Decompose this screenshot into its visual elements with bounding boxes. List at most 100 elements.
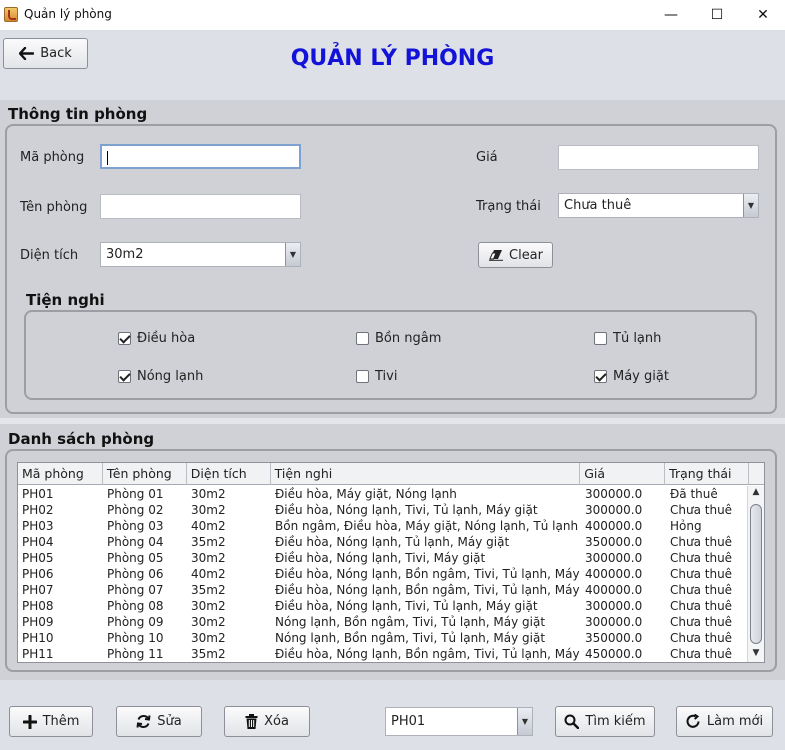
table-cell: 350000.0 <box>585 535 643 549</box>
checkbox-box[interactable] <box>118 332 131 345</box>
close-button[interactable]: ✕ <box>740 0 785 30</box>
add-button[interactable]: Thêm <box>9 706 93 737</box>
table-cell: PH09 <box>22 615 54 629</box>
table-cell: Điều hòa, Máy giặt, Nóng lạnh <box>275 487 457 501</box>
table-cell: 300000.0 <box>585 551 643 565</box>
table-cell: Điều hòa, Nóng lạnh, Tivi, Tủ lạnh, Máy … <box>275 599 538 613</box>
delete-button[interactable]: Xóa <box>224 706 310 737</box>
table-cell: 400000.0 <box>585 583 643 597</box>
table-header: Mã phòng Tên phòng Diện tích Tiện nghi G… <box>18 463 764 485</box>
table-cell: 300000.0 <box>585 599 643 613</box>
table-cell: PH01 <box>22 487 54 501</box>
scroll-down-icon[interactable]: ▼ <box>748 648 764 662</box>
checkbox-box[interactable] <box>356 332 369 345</box>
checkbox-label: Bồn ngâm <box>375 331 442 346</box>
table-cell: Chưa thuê <box>670 551 733 565</box>
trang-thai-value: Chưa thuê <box>564 198 632 213</box>
table-cell: Phòng 08 <box>107 599 164 613</box>
table-cell: 30m2 <box>191 631 226 645</box>
checkbox-box[interactable] <box>118 370 131 383</box>
table-cell: Phòng 09 <box>107 615 164 629</box>
search-label: Tìm kiếm <box>585 714 646 729</box>
room-id-select[interactable]: PH01 ▼ <box>385 707 533 736</box>
chevron-down-icon[interactable]: ▼ <box>285 243 300 266</box>
table-cell: Phòng 04 <box>107 535 164 549</box>
plus-icon <box>22 714 37 729</box>
vertical-scrollbar[interactable]: ▲ ▼ <box>747 486 764 662</box>
ma-phong-label: Mã phòng <box>20 150 85 165</box>
ten-phong-label: Tên phòng <box>20 200 88 215</box>
table-cell: Điều hòa, Nóng lạnh, Bồn ngâm, Tivi, Tủ … <box>275 647 581 661</box>
table-cell: 350000.0 <box>585 631 643 645</box>
table-cell: Nóng lạnh, Bồn ngâm, Tivi, Tủ lạnh, Máy … <box>275 631 546 645</box>
maximize-button[interactable]: ☐ <box>694 0 740 30</box>
table-row[interactable]: PH03 Phòng 03 40m2 Bồn ngâm, Điều hòa, Máy … <box>18 518 749 534</box>
column-header-corner <box>749 463 764 485</box>
eraser-icon <box>488 249 504 261</box>
checkbox-may-giat[interactable]: Máy giặt <box>594 369 669 384</box>
table-row[interactable]: PH11 Phòng 11 35m2 Điều hòa, Nóng lạnh, Bồn… <box>18 646 749 662</box>
edit-button[interactable]: Sửa <box>116 706 202 737</box>
table-cell: 300000.0 <box>585 487 643 501</box>
table-cell: 30m2 <box>191 615 226 629</box>
page-title: QUẢN LÝ PHÒNG <box>290 46 495 71</box>
table-row[interactable]: PH09 Phòng 09 30m2 Nóng lạnh, Bồn ngâm, Tiv… <box>18 614 749 630</box>
checkbox-nong-lanh[interactable]: Nóng lạnh <box>118 369 203 384</box>
ten-phong-input[interactable] <box>100 194 301 219</box>
chevron-down-icon[interactable]: ▼ <box>743 194 758 217</box>
table-row[interactable]: PH10 Phòng 10 30m2 Nóng lạnh, Bồn ngâm, Tiv… <box>18 630 749 646</box>
column-header[interactable]: Tiện nghi <box>271 463 581 485</box>
table-row[interactable]: PH06 Phòng 06 40m2 Điều hòa, Nóng lạnh, Bồn… <box>18 566 749 582</box>
gia-input[interactable] <box>558 145 759 170</box>
checkbox-tu-lanh[interactable]: Tủ lạnh <box>594 331 661 346</box>
checkbox-dieu-hoa[interactable]: Điều hòa <box>118 331 195 346</box>
checkbox-box[interactable] <box>356 370 369 383</box>
checkbox-bon-ngam[interactable]: Bồn ngâm <box>356 331 441 346</box>
trang-thai-select[interactable]: Chưa thuê ▼ <box>558 193 759 218</box>
search-button[interactable]: Tìm kiếm <box>555 706 655 737</box>
checkbox-label: Tủ lạnh <box>613 331 662 346</box>
checkbox-box[interactable] <box>594 370 607 383</box>
table-cell: Chưa thuê <box>670 599 733 613</box>
footer-toolbar: Thêm Sửa Xóa PH01 ▼ Tìm kiếm Làm mới <box>0 680 785 750</box>
dien-tich-value: 30m2 <box>106 247 144 262</box>
reload-icon <box>686 714 701 729</box>
table-cell: Chưa thuê <box>670 615 733 629</box>
refresh-button[interactable]: Làm mới <box>676 706 773 737</box>
table-row[interactable]: PH05 Phòng 05 30m2 Điều hòa, Nóng lạnh, Tiv… <box>18 550 749 566</box>
chevron-down-icon[interactable]: ▼ <box>517 708 532 735</box>
room-info-title: Thông tin phòng <box>8 105 148 123</box>
table-cell: PH10 <box>22 631 54 645</box>
table-cell: Chưa thuê <box>670 535 733 549</box>
room-info-section: Thông tin phòng Mã phòng Tên phòng Diện … <box>0 100 785 418</box>
table-cell: 450000.0 <box>585 647 643 661</box>
room-table[interactable]: Mã phòng Tên phòng Diện tích Tiện nghi G… <box>17 462 765 663</box>
table-row[interactable]: PH01 Phòng 01 30m2 Điều hòa, Máy giặt, Nóng… <box>18 486 749 502</box>
scroll-thumb[interactable] <box>750 504 762 644</box>
dien-tich-select[interactable]: 30m2 ▼ <box>100 242 301 267</box>
column-header[interactable]: Diện tích <box>187 463 271 485</box>
checkbox-tivi[interactable]: Tivi <box>356 369 397 384</box>
minimize-button[interactable]: — <box>648 0 694 30</box>
table-cell: Hỏng <box>670 519 702 533</box>
table-cell: Phòng 06 <box>107 567 164 581</box>
table-row[interactable]: PH02 Phòng 02 30m2 Điều hòa, Nóng lạnh, Tiv… <box>18 502 749 518</box>
trang-thai-label: Trạng thái <box>476 199 541 214</box>
clear-button[interactable]: Clear <box>478 242 553 268</box>
scroll-up-icon[interactable]: ▲ <box>748 487 764 501</box>
table-cell: Phòng 10 <box>107 631 164 645</box>
table-row[interactable]: PH04 Phòng 04 35m2 Điều hòa, Nóng lạnh, Tủ … <box>18 534 749 550</box>
table-row[interactable]: PH08 Phòng 08 30m2 Điều hòa, Nóng lạnh, Tiv… <box>18 598 749 614</box>
column-header[interactable]: Tên phòng <box>103 463 187 485</box>
checkbox-box[interactable] <box>594 332 607 345</box>
table-body: PH01 Phòng 01 30m2 Điều hòa, Máy giặt, Nóng… <box>18 486 749 662</box>
table-cell: Bồn ngâm, Điều hòa, Máy giặt, Nóng lạnh,… <box>275 519 579 533</box>
trash-icon <box>245 714 258 729</box>
table-row[interactable]: PH07 Phòng 07 35m2 Điều hòa, Nóng lạnh, Bồn… <box>18 582 749 598</box>
column-header[interactable]: Mã phòng <box>18 463 103 485</box>
column-header[interactable]: Trạng thái <box>665 463 750 485</box>
refresh-icon <box>136 714 151 729</box>
gia-label: Giá <box>476 150 498 165</box>
ma-phong-input[interactable] <box>100 144 301 169</box>
column-header[interactable]: Giá <box>580 463 666 485</box>
